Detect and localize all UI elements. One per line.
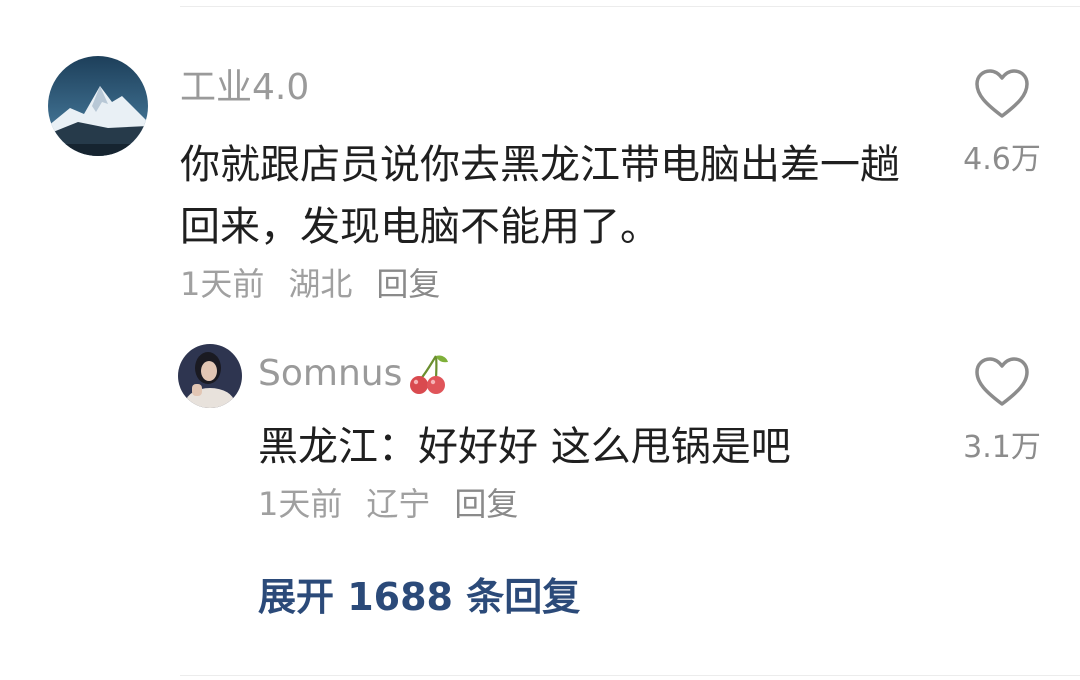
top-divider bbox=[180, 6, 1080, 7]
comment-avatar[interactable] bbox=[48, 56, 148, 156]
mountain-avatar-icon bbox=[48, 56, 148, 156]
reply-reply-button[interactable]: 回复 bbox=[454, 484, 518, 524]
expand-replies-button[interactable]: 展开 1688 条回复 bbox=[258, 572, 580, 622]
reply-like-button[interactable]: 3.1万 bbox=[942, 356, 1062, 466]
person-avatar-icon bbox=[178, 344, 242, 408]
reply-username[interactable]: Somnus bbox=[258, 352, 402, 396]
reply-like-count: 3.1万 bbox=[963, 430, 1041, 465]
cherry-icon bbox=[410, 355, 449, 394]
comment-text: 你就跟店员说你去黑龙江带电脑出差一趟回来，发现电脑不能用了。 bbox=[180, 142, 900, 250]
heart-icon[interactable] bbox=[974, 68, 1030, 120]
reply-text: 黑龙江：好好好 这么甩锅是吧 bbox=[258, 424, 791, 470]
reply-location: 辽宁 bbox=[366, 485, 431, 523]
reply-avatar[interactable] bbox=[178, 344, 242, 408]
comment-location: 湖北 bbox=[288, 265, 353, 303]
comment-time: 1天前 bbox=[180, 265, 265, 303]
reply-username-row[interactable]: Somnus bbox=[258, 352, 450, 396]
bottom-divider bbox=[180, 675, 1080, 676]
comment-like-count: 4.6万 bbox=[963, 142, 1041, 177]
comment-username[interactable]: 工业4.0 bbox=[180, 66, 309, 110]
comment-meta: 1天前 湖北 回复 bbox=[180, 264, 440, 304]
reply-time: 1天前 bbox=[258, 485, 343, 523]
heart-icon[interactable] bbox=[974, 356, 1030, 408]
comment-like-button[interactable]: 4.6万 bbox=[942, 68, 1062, 178]
reply-meta: 1天前 辽宁 回复 bbox=[258, 484, 518, 524]
comment-reply-button[interactable]: 回复 bbox=[376, 264, 440, 304]
